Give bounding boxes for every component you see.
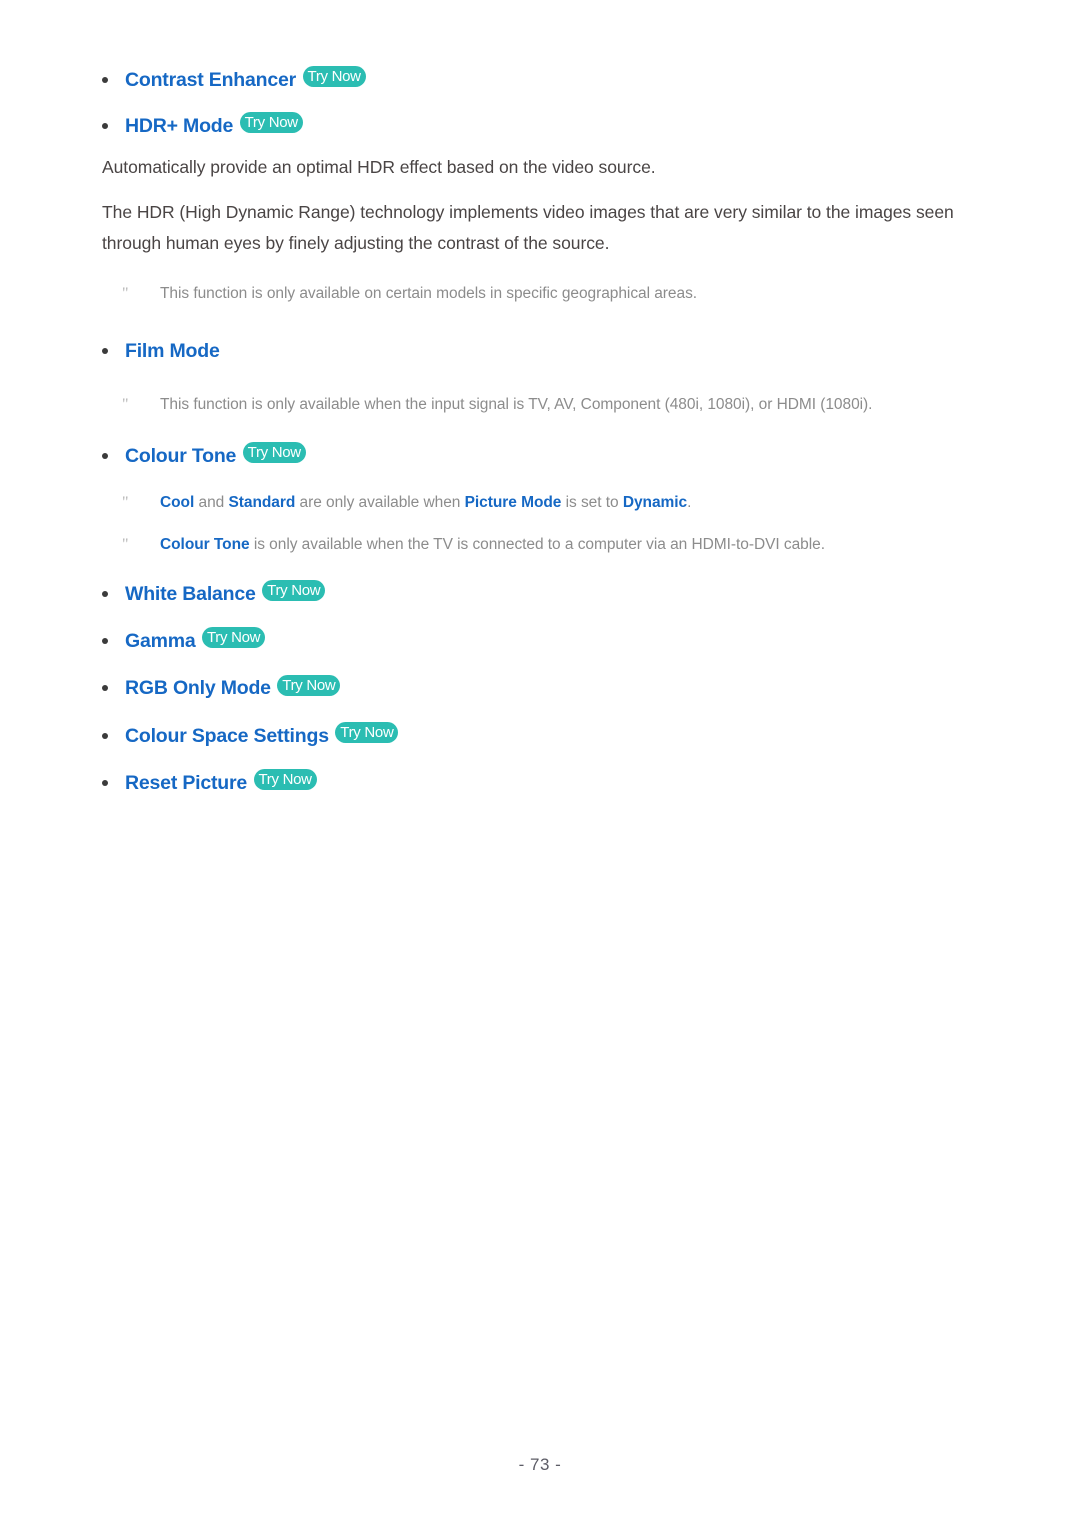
- note-text: are only available when: [295, 493, 465, 511]
- try-now-badge[interactable]: Try Now: [242, 441, 306, 463]
- menu-item-hdr-plus-mode[interactable]: HDR+ Mode: [125, 115, 233, 137]
- note-keyword-standard: Standard: [228, 493, 296, 511]
- note-marker-icon: ": [122, 395, 129, 413]
- note-text: .: [687, 493, 692, 511]
- try-now-badge[interactable]: Try Now: [335, 721, 399, 743]
- note-marker-icon: ": [122, 493, 129, 511]
- bullet-dot-icon: [102, 348, 108, 355]
- list-item[interactable]: Reset Picture Try Now: [102, 769, 1000, 797]
- note-keyword-cool: Cool: [160, 493, 195, 511]
- note-keyword-colour-tone: Colour Tone: [160, 535, 250, 553]
- menu-item-gamma[interactable]: Gamma: [125, 630, 196, 652]
- note-film-mode-signal: " This function is only available when t…: [102, 392, 1000, 418]
- try-now-badge[interactable]: Try Now: [262, 580, 326, 602]
- note-text: is only available when the TV is connect…: [249, 535, 825, 553]
- bullet-dot-icon: [102, 77, 108, 83]
- note-keyword-dynamic: Dynamic: [622, 493, 688, 511]
- try-now-badge[interactable]: Try Now: [239, 112, 303, 134]
- menu-item-film-mode[interactable]: Film Mode: [125, 340, 220, 362]
- try-now-badge[interactable]: Try Now: [277, 674, 341, 696]
- bullet-dot-icon: [102, 779, 108, 786]
- bullet-dot-icon: [102, 590, 108, 597]
- bullet-dot-icon: [102, 123, 108, 130]
- try-now-badge[interactable]: Try Now: [302, 66, 366, 88]
- menu-item-colour-space-settings[interactable]: Colour Space Settings: [125, 725, 329, 747]
- note-colour-tone-hdmi-dvi: " Colour Tone is only available when the…: [102, 532, 1000, 558]
- bullet-dot-icon: [102, 452, 108, 459]
- note-text: This function is only available when the…: [160, 395, 873, 413]
- paragraph-hdr-intro: Automatically provide an optimal HDR eff…: [102, 157, 656, 178]
- note-colour-tone-dynamic: " Cool and Standard are only available w…: [102, 490, 1000, 516]
- try-now-badge[interactable]: Try Now: [202, 627, 266, 649]
- note-text: and: [194, 493, 229, 511]
- list-item[interactable]: HDR+ Mode Try Now: [102, 112, 1000, 140]
- list-item[interactable]: Colour Tone Try Now: [102, 441, 1000, 470]
- menu-item-contrast-enhancer[interactable]: Contrast Enhancer: [125, 69, 296, 91]
- menu-item-rgb-only-mode[interactable]: RGB Only Mode: [125, 677, 271, 699]
- try-now-badge[interactable]: Try Now: [253, 769, 317, 791]
- note-hdr-availability: " This function is only available on cer…: [102, 281, 1000, 307]
- bullet-dot-icon: [102, 732, 108, 739]
- note-text: This function is only available on certa…: [160, 285, 698, 303]
- note-marker-icon: ": [122, 535, 129, 553]
- menu-item-colour-tone[interactable]: Colour Tone: [125, 445, 236, 467]
- menu-item-reset-picture[interactable]: Reset Picture: [125, 772, 247, 794]
- note-keyword-picture-mode: Picture Mode: [464, 493, 562, 511]
- bullet-dot-icon: [102, 685, 108, 692]
- note-text: is set to: [561, 493, 623, 511]
- menu-item-white-balance[interactable]: White Balance: [125, 583, 256, 605]
- list-item[interactable]: Gamma Try Now: [102, 627, 1000, 655]
- paragraph-hdr-detail: The HDR (High Dynamic Range) technology …: [102, 202, 954, 254]
- list-item[interactable]: Film Mode: [102, 337, 1000, 365]
- bullet-dot-icon: [102, 638, 108, 645]
- page-number: - 73 -: [518, 1455, 562, 1474]
- list-item[interactable]: Contrast Enhancer Try Now: [102, 66, 1000, 94]
- note-marker-icon: ": [122, 285, 129, 303]
- document-page: Contrast Enhancer Try Now HDR+ Mode Try …: [0, 0, 1080, 1527]
- list-item[interactable]: White Balance Try Now: [102, 580, 1000, 608]
- list-item[interactable]: RGB Only Mode Try Now: [102, 674, 1000, 702]
- list-item[interactable]: Colour Space Settings Try Now: [102, 721, 1000, 750]
- page-content: Contrast Enhancer Try Now HDR+ Mode Try …: [102, 66, 1000, 797]
